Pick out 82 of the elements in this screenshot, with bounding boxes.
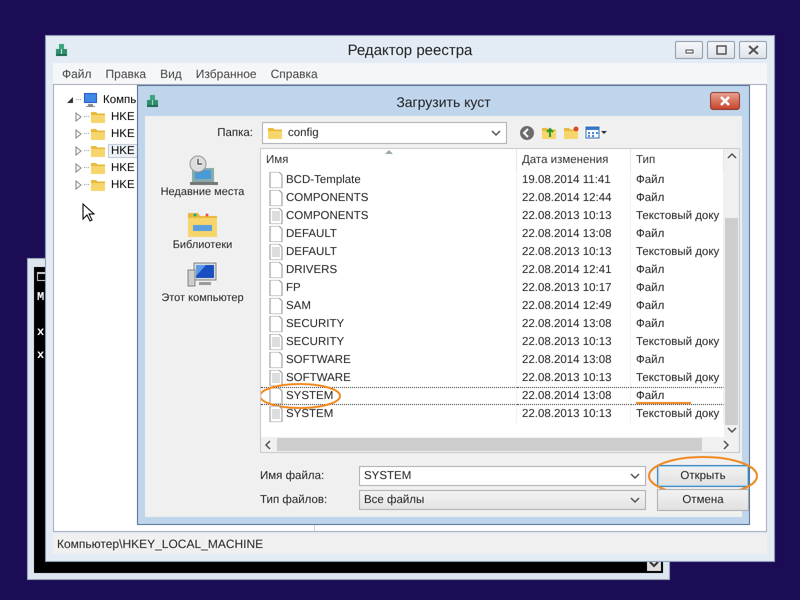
file-date: 22.08.2014 13:08 xyxy=(522,228,612,240)
file-type: Текстовый доку xyxy=(636,372,720,384)
field-label: Тип файлов: xyxy=(260,494,328,506)
places-item[interactable]: Этот компьютер xyxy=(161,258,244,306)
file-row[interactable]: DEFAULT 22.08.2014 13:08 Файл xyxy=(261,225,724,243)
console-text: x xyxy=(37,325,44,339)
file-row[interactable]: DEFAULT 22.08.2013 10:13 Текстовый доку xyxy=(261,243,724,261)
tree-item[interactable]: HKE xyxy=(108,144,138,158)
status-text: Компьютер\HKEY_LOCAL_MACHINE xyxy=(57,537,264,551)
file-date: 22.08.2013 10:13 xyxy=(522,408,612,420)
file-row[interactable]: SECURITY 22.08.2013 10:13 Текстовый доку xyxy=(261,333,724,351)
file-row[interactable]: COMPONENTS 22.08.2014 12:44 Файл xyxy=(261,189,724,207)
file-date: 22.08.2014 12:41 xyxy=(522,264,612,276)
tree-item[interactable]: Компь xyxy=(100,92,140,106)
file-name[interactable]: SAM xyxy=(286,300,311,312)
menu-item[interactable]: Избранное xyxy=(188,66,264,80)
file-type: Файл xyxy=(636,318,664,330)
file-name[interactable]: DRIVERS xyxy=(286,264,338,276)
file-date: 22.08.2014 13:08 xyxy=(522,390,612,402)
file-name[interactable]: SECURITY xyxy=(286,336,344,348)
file-name[interactable]: SOFTWARE xyxy=(286,354,351,366)
file-name[interactable]: SECURITY xyxy=(286,318,344,330)
tree-item[interactable]: HKE xyxy=(108,126,138,140)
menu-item[interactable]: Вид xyxy=(153,66,189,80)
file-type: Текстовый доку xyxy=(636,246,720,258)
file-row[interactable]: SYSTEM 22.08.2013 10:13 Текстовый доку xyxy=(261,405,724,423)
file-row[interactable]: COMPONENTS 22.08.2013 10:13 Текстовый доку xyxy=(261,207,724,225)
file-date: 22.08.2013 10:17 xyxy=(522,282,612,294)
file-type: Файл xyxy=(636,192,664,204)
file-name[interactable]: DEFAULT xyxy=(286,228,337,240)
dialog-title: Загрузить куст xyxy=(396,94,491,110)
menu-item[interactable]: Файл xyxy=(55,66,99,80)
console-text: M xyxy=(37,290,44,304)
dialog-button[interactable]: Открыть xyxy=(657,465,749,487)
dialog-button[interactable]: Отмена xyxy=(657,489,749,511)
file-name[interactable]: FP xyxy=(286,282,301,294)
file-type: Текстовый доку xyxy=(636,336,720,348)
window-title: Редактор реестра xyxy=(348,42,472,59)
tree-item[interactable]: HKE xyxy=(108,160,138,174)
file-name-field[interactable]: SYSTEM xyxy=(359,466,646,486)
menu-item[interactable]: Правка xyxy=(98,66,154,80)
file-row[interactable]: SOFTWARE 22.08.2013 10:13 Текстовый доку xyxy=(261,369,724,387)
file-type: Текстовый доку xyxy=(636,210,720,222)
file-row[interactable]: SECURITY 22.08.2014 13:08 Файл xyxy=(261,315,724,333)
file-date: 22.08.2014 13:08 xyxy=(522,354,612,366)
console-text: x xyxy=(37,348,44,362)
file-type-dropdown[interactable]: Все файлы xyxy=(359,490,646,510)
file-date: 22.08.2014 12:44 xyxy=(522,192,612,204)
file-type: Текстовый доку xyxy=(636,408,720,420)
file-date: 22.08.2013 10:13 xyxy=(522,336,612,348)
file-date: 19.08.2014 11:41 xyxy=(522,174,611,186)
field-label: Имя файла: xyxy=(260,470,326,482)
file-row[interactable]: SAM 22.08.2014 12:49 Файл xyxy=(261,297,724,315)
file-name[interactable]: BCD-Template xyxy=(286,174,361,186)
file-type: Файл xyxy=(636,354,664,366)
file-row[interactable]: FP 22.08.2013 10:17 Файл xyxy=(261,279,724,297)
file-type: Файл xyxy=(636,264,664,276)
file-date: 22.08.2013 10:13 xyxy=(522,246,612,258)
file-type: Файл xyxy=(636,228,664,240)
file-type: Файл xyxy=(636,390,664,402)
folder-dropdown[interactable]: config xyxy=(262,122,507,144)
places-item[interactable]: Недавние места xyxy=(160,152,244,200)
file-date: 22.08.2014 13:08 xyxy=(522,318,612,330)
menu-item[interactable]: Справка xyxy=(264,66,325,80)
file-name[interactable]: COMPONENTS xyxy=(286,210,368,222)
file-name[interactable]: SYSTEM xyxy=(286,408,334,420)
file-name[interactable]: SOFTWARE xyxy=(286,372,351,384)
file-date: 22.08.2014 12:49 xyxy=(522,300,612,312)
file-type: Файл xyxy=(636,174,664,186)
file-row[interactable]: BCD-Template 19.08.2014 11:41 Файл xyxy=(261,171,724,189)
tree-item[interactable]: HKE xyxy=(108,110,138,124)
file-type: Файл xyxy=(636,300,664,312)
file-date: 22.08.2013 10:13 xyxy=(522,210,612,222)
folder-label: Папка: xyxy=(217,127,253,139)
tree-item[interactable]: HKE xyxy=(108,178,138,192)
file-row[interactable]: SOFTWARE 22.08.2014 13:08 Файл xyxy=(261,351,724,369)
places-item[interactable]: Библиотеки xyxy=(172,205,232,253)
file-row[interactable]: DRIVERS 22.08.2014 12:41 Файл xyxy=(261,261,724,279)
file-name[interactable]: COMPONENTS xyxy=(286,192,368,204)
file-date: 22.08.2013 10:13 xyxy=(522,372,612,384)
file-name[interactable]: DEFAULT xyxy=(286,246,337,258)
file-type: Файл xyxy=(636,282,664,294)
